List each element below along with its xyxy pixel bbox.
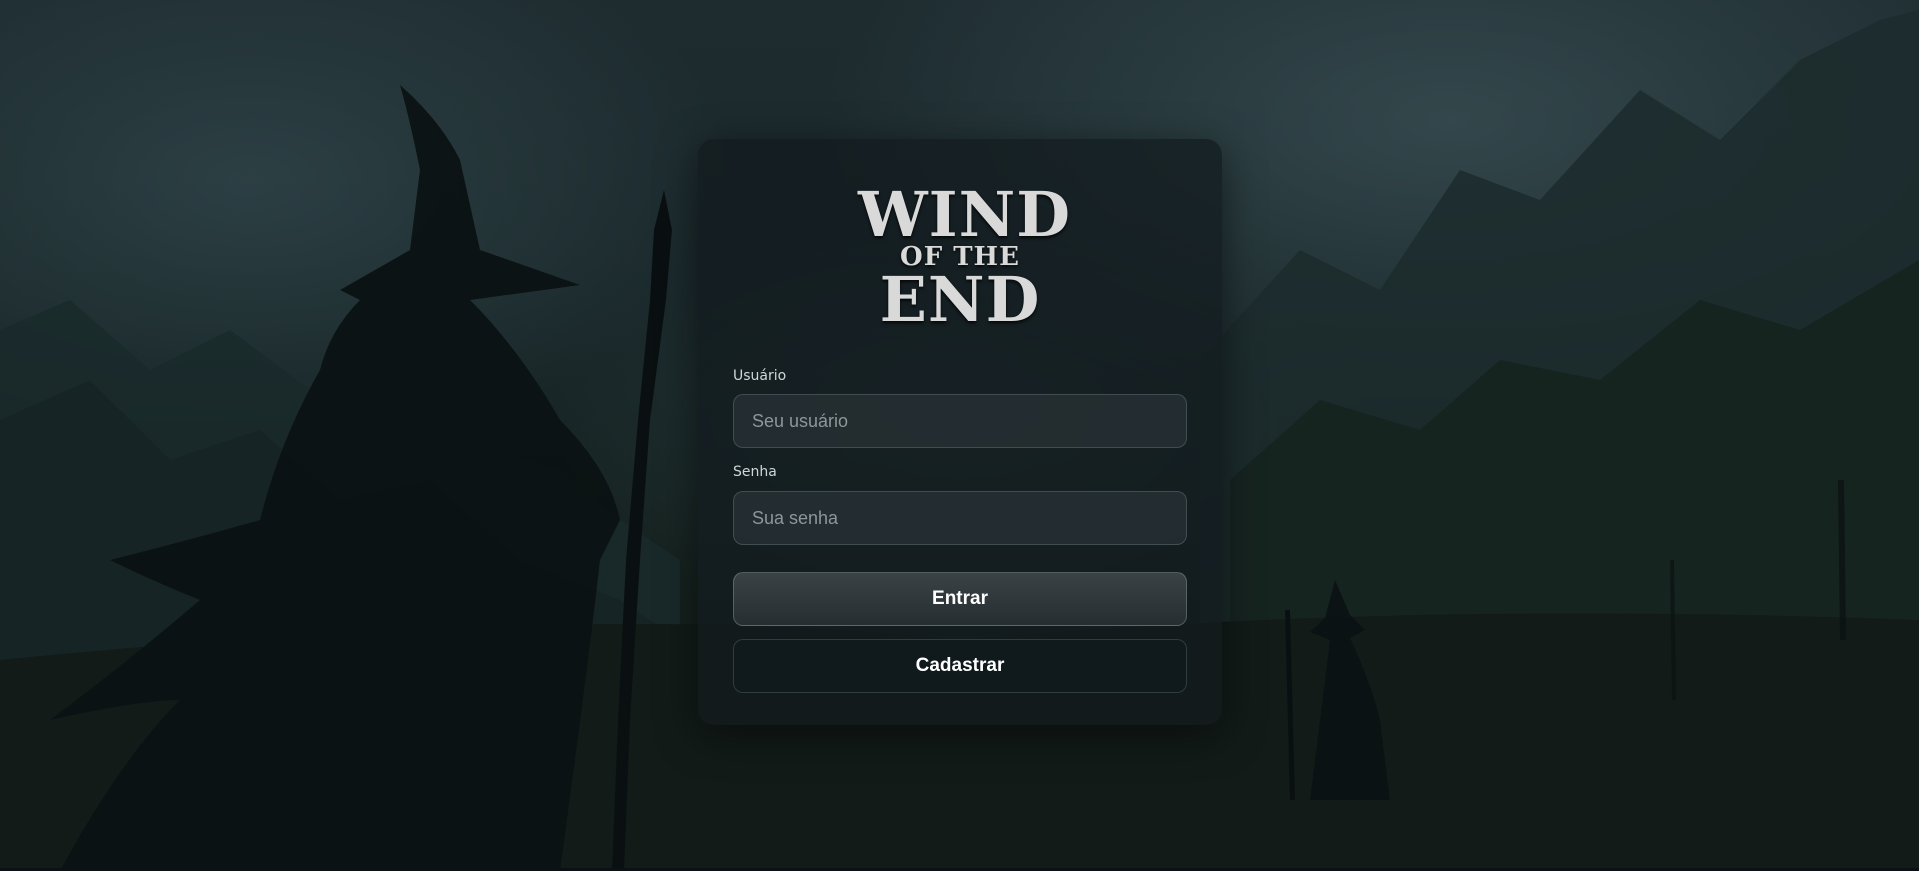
game-logo: WIND OF THE END bbox=[858, 178, 1072, 335]
username-label: Usuário bbox=[733, 368, 787, 384]
logo-line-3: END bbox=[879, 263, 1041, 336]
login-card: WIND OF THE END Usuário Senha Entrar Cad… bbox=[698, 139, 1222, 725]
login-button[interactable]: Entrar bbox=[733, 572, 1187, 626]
logo-line-1: WIND bbox=[858, 178, 1072, 251]
username-input[interactable] bbox=[733, 394, 1187, 448]
register-button[interactable]: Cadastrar bbox=[733, 639, 1187, 693]
password-input[interactable] bbox=[733, 491, 1187, 545]
password-label: Senha bbox=[733, 464, 777, 480]
